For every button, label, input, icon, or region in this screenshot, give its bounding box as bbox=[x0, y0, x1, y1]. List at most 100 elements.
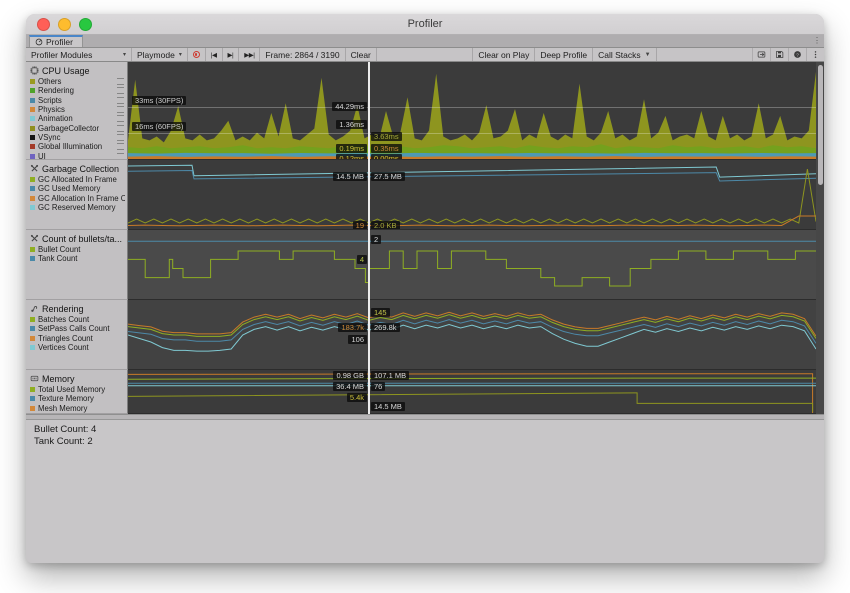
module-header-bullets[interactable]: Count of bullets/ta... bbox=[30, 232, 125, 245]
chart-rendering[interactable]: 145183.7k269.8k106 bbox=[128, 300, 816, 370]
target-dropdown[interactable]: Playmode ▾ bbox=[132, 48, 188, 61]
profiler-window: Profiler Profiler ⋮ Profiler Modules ▾ P… bbox=[26, 14, 824, 563]
legend-label: VSync bbox=[38, 133, 114, 142]
legend-item-scripts[interactable]: Scripts bbox=[30, 96, 125, 105]
drag-handle-icon[interactable] bbox=[117, 143, 124, 150]
drag-handle-icon[interactable] bbox=[117, 106, 124, 113]
legend-item-others[interactable]: Others bbox=[30, 77, 125, 86]
module-row-cpu: CPU UsageOthersRenderingScriptsPhysicsAn… bbox=[26, 62, 824, 160]
legend-label: Others bbox=[38, 77, 114, 86]
module-row-rendering: RenderingBatches CountSetPass Calls Coun… bbox=[26, 300, 824, 370]
playhead[interactable] bbox=[368, 62, 370, 414]
legend-item-triangles-count[interactable]: Triangles Count bbox=[30, 334, 125, 343]
chart-svg-memory bbox=[128, 370, 816, 414]
legend-color-swatch bbox=[30, 144, 35, 149]
tab-profiler[interactable]: Profiler bbox=[29, 35, 83, 47]
module-header-gc[interactable]: Garbage Collection bbox=[30, 162, 125, 175]
save-icon bbox=[775, 50, 784, 59]
legend-color-swatch bbox=[30, 177, 35, 182]
legend-item-total-used-memory[interactable]: Total Used Memory bbox=[30, 385, 125, 394]
series-batches-count bbox=[128, 315, 816, 339]
drag-handle-icon[interactable] bbox=[117, 125, 124, 132]
legend-item-ui[interactable]: UI bbox=[30, 151, 125, 160]
drag-handle-icon[interactable] bbox=[117, 97, 124, 104]
legend-color-swatch bbox=[30, 88, 35, 93]
vertical-scrollbar-thumb[interactable] bbox=[818, 65, 823, 185]
legend-item-gc-used-memory[interactable]: GC Used Memory bbox=[30, 184, 125, 193]
drag-handle-icon[interactable] bbox=[117, 134, 124, 141]
value-label: 44.29ms bbox=[332, 102, 367, 111]
save-profile-button[interactable] bbox=[770, 48, 788, 61]
legend-item-texture-memory[interactable]: Texture Memory bbox=[30, 394, 125, 403]
series-gc-allocated-in-frame bbox=[128, 169, 816, 223]
legend-item-mesh-memory[interactable]: Mesh Memory bbox=[30, 404, 125, 413]
legend-item-animation[interactable]: Animation bbox=[30, 114, 125, 123]
prev-frame-button[interactable]: |◀ bbox=[206, 48, 223, 61]
module-header-rendering[interactable]: Rendering bbox=[30, 302, 125, 315]
call-stacks-button[interactable]: Call Stacks ▼ bbox=[593, 48, 656, 61]
legend-color-swatch bbox=[30, 336, 35, 341]
legend-item-tank-count[interactable]: Tank Count bbox=[30, 254, 125, 263]
close-button[interactable] bbox=[37, 18, 50, 31]
legend-color-swatch bbox=[30, 135, 35, 140]
value-label: 3.63ms bbox=[371, 132, 402, 141]
legend-item-garbagecollector[interactable]: GarbageCollector bbox=[30, 123, 125, 132]
chart-cpu[interactable]: 33ms (30FPS)16ms (60FPS)44.29ms1.36ms0.1… bbox=[128, 62, 816, 160]
toolbar-menu-button[interactable] bbox=[806, 48, 824, 61]
svg-text:?: ? bbox=[796, 52, 799, 58]
legend-item-gc-allocated-in-frame[interactable]: GC Allocated In Frame bbox=[30, 175, 125, 184]
chart-svg-gc bbox=[128, 160, 816, 230]
value-label: 36.4 MB bbox=[333, 382, 367, 391]
drag-handle-icon[interactable] bbox=[117, 78, 124, 85]
value-label: 4 bbox=[357, 255, 367, 264]
record-button[interactable] bbox=[188, 48, 206, 61]
chevron-down-icon: ▾ bbox=[179, 51, 182, 58]
tools-icon bbox=[30, 234, 39, 243]
module-title: Garbage Collection bbox=[42, 164, 119, 174]
gridline bbox=[128, 107, 816, 108]
current-frame-button[interactable]: ▶▶| bbox=[239, 48, 260, 61]
drag-handle-icon[interactable] bbox=[117, 87, 124, 94]
clear-on-play-button[interactable]: Clear on Play bbox=[472, 48, 535, 61]
legend-item-bullet-count[interactable]: Bullet Count bbox=[30, 245, 125, 254]
next-frame-button[interactable]: ▶| bbox=[223, 48, 240, 61]
value-label: 76 bbox=[371, 382, 385, 391]
minimize-button[interactable] bbox=[58, 18, 71, 31]
legend-item-batches-count[interactable]: Batches Count bbox=[30, 315, 125, 324]
chart-svg-rendering bbox=[128, 300, 816, 370]
legend-item-gc-reserved-memory[interactable]: GC Reserved Memory bbox=[30, 203, 125, 212]
value-label: 107.1 MB bbox=[371, 371, 409, 380]
load-icon bbox=[757, 50, 766, 59]
legend-item-rendering[interactable]: Rendering bbox=[30, 86, 125, 95]
load-profile-button[interactable] bbox=[752, 48, 770, 61]
legend-memory: MemoryTotal Used MemoryTexture MemoryMes… bbox=[26, 370, 128, 414]
legend-label: GarbageCollector bbox=[38, 124, 114, 133]
legend-item-gc-allocation-in-frame-cour[interactable]: GC Allocation In Frame Cour bbox=[30, 194, 125, 203]
legend-color-swatch bbox=[30, 196, 35, 201]
legend-item-physics[interactable]: Physics bbox=[30, 105, 125, 114]
chart-svg-cpu bbox=[128, 62, 816, 160]
module-header-memory[interactable]: Memory bbox=[30, 372, 125, 385]
legend-item-vertices-count[interactable]: Vertices Count bbox=[30, 343, 125, 352]
pane-menu-icon[interactable]: ⋮ bbox=[813, 36, 820, 45]
legend-item-global-illumination[interactable]: Global Illumination bbox=[30, 142, 125, 151]
zoom-button[interactable] bbox=[79, 18, 92, 31]
module-row-bullets: Count of bullets/ta...Bullet CountTank C… bbox=[26, 230, 824, 300]
kebab-menu-icon bbox=[811, 50, 820, 59]
drag-handle-icon[interactable] bbox=[117, 115, 124, 122]
help-button[interactable]: ? bbox=[788, 48, 806, 61]
chart-memory[interactable]: 0.98 GB36.4 MB5.4k107.1 MB7614.5 MB bbox=[128, 370, 816, 414]
value-label: 14.5 MB bbox=[333, 172, 367, 181]
module-header-cpu[interactable]: CPU Usage bbox=[30, 64, 125, 77]
titlebar[interactable]: Profiler bbox=[26, 14, 824, 35]
legend-label: Rendering bbox=[38, 86, 114, 95]
legend-item-vsync[interactable]: VSync bbox=[30, 133, 125, 142]
legend-item-setpass-calls-count[interactable]: SetPass Calls Count bbox=[30, 324, 125, 333]
deep-profile-button[interactable]: Deep Profile bbox=[535, 48, 593, 61]
chart-bullets[interactable]: 24 bbox=[128, 230, 816, 300]
chart-gc[interactable]: 14.5 MB27.5 MB192.0 KB bbox=[128, 160, 816, 230]
legend-color-swatch bbox=[30, 345, 35, 350]
profiler-modules-dropdown[interactable]: Profiler Modules ▾ bbox=[26, 48, 132, 61]
clear-button[interactable]: Clear bbox=[346, 48, 377, 61]
drag-handle-icon[interactable] bbox=[117, 153, 124, 160]
